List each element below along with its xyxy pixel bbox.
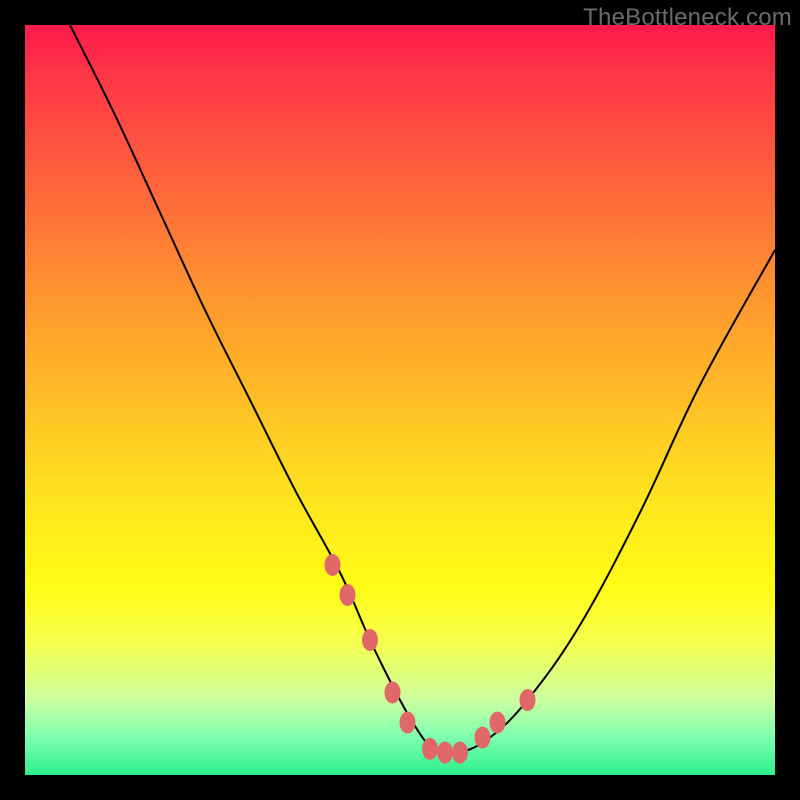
curve-marker: [437, 742, 453, 764]
curve-marker: [520, 689, 536, 711]
curve-marker: [490, 712, 506, 734]
watermark-text: TheBottleneck.com: [583, 4, 792, 32]
curve-marker: [400, 712, 416, 734]
curve-marker: [452, 742, 468, 764]
curve-marker-group: [325, 554, 536, 764]
chart-plot-area: [25, 25, 775, 775]
curve-marker: [422, 738, 438, 760]
curve-marker: [385, 682, 401, 704]
curve-marker: [475, 727, 491, 749]
bottleneck-curve-line: [70, 25, 775, 755]
curve-marker: [340, 584, 356, 606]
curve-marker: [362, 629, 378, 651]
curve-marker: [325, 554, 341, 576]
bottleneck-curve-svg: [25, 25, 775, 775]
